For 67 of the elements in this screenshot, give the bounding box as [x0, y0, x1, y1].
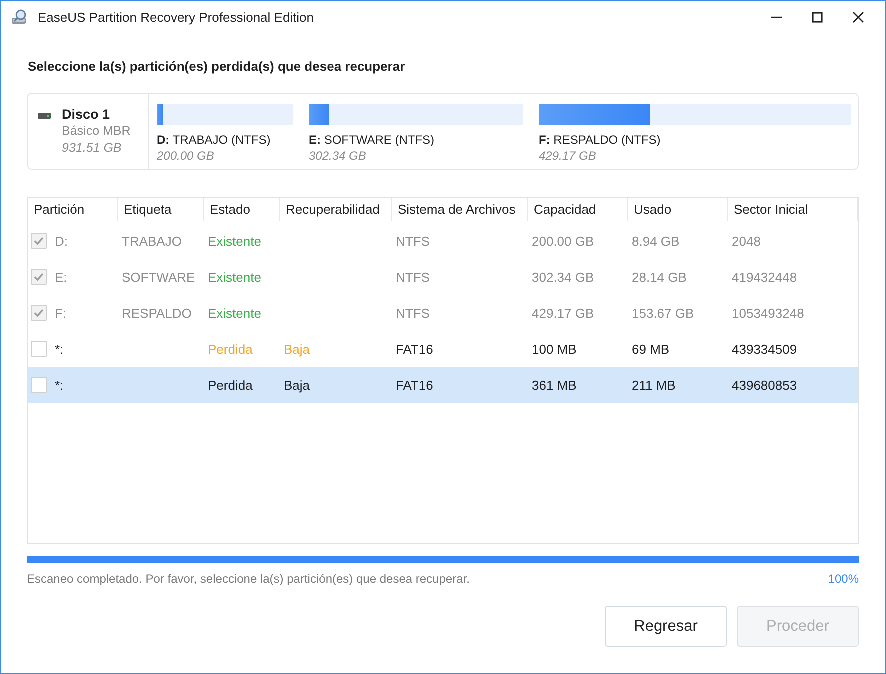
hard-drive-icon — [38, 113, 51, 119]
page-heading: Seleccione la(s) partición(es) perdida(s) que desea recuperar — [27, 58, 406, 75]
column-header[interactable]: Sistema de Archivos — [392, 198, 528, 221]
table-cell: FAT16 — [396, 342, 434, 356]
table-cell: 69 MB — [632, 342, 670, 356]
table-cell: 200.00 GB — [532, 234, 594, 248]
table-cell: 2048 — [732, 234, 761, 248]
column-header[interactable]: Recuperabilidad — [280, 198, 392, 221]
table-cell: 28.14 GB — [632, 270, 687, 284]
table-cell: SOFTWARE — [122, 270, 196, 284]
scan-status-message: Escaneo completado. Por favor, seleccione la(s) partición(es) que desea recuperar. — [27, 571, 470, 587]
partition-size: 200.00 GB — [157, 148, 214, 165]
table-cell: 302.34 GB — [532, 270, 594, 284]
table-cell: 361 MB — [532, 378, 577, 392]
column-header[interactable]: Sector Inicial — [728, 198, 858, 221]
column-header[interactable]: Capacidad — [528, 198, 628, 221]
window-title: EaseUS Partition Recovery Professional Edition — [38, 10, 314, 25]
table-cell: 1053493248 — [732, 306, 804, 320]
table-cell: 100 MB — [532, 342, 577, 356]
table-cell: *: — [55, 342, 64, 356]
table-cell: TRABAJO — [122, 234, 182, 248]
column-header[interactable]: Partición — [28, 198, 118, 221]
table-cell: E: — [55, 270, 68, 284]
table-cell: 153.67 GB — [632, 306, 694, 320]
table-cell: Baja — [284, 378, 310, 392]
table-cell: FAT16 — [396, 378, 434, 392]
partition-size: 302.34 GB — [309, 148, 366, 165]
table-cell: Perdida — [208, 378, 253, 392]
checkmark-icon — [35, 274, 43, 280]
checkmark-icon — [35, 238, 43, 244]
table-cell: 429.17 GB — [532, 306, 594, 320]
partition-size: 429.17 GB — [539, 148, 596, 165]
maximize-icon — [812, 12, 823, 23]
disk-type: Básico MBR — [62, 123, 131, 140]
column-header[interactable]: Etiqueta — [118, 198, 204, 221]
table-cell: 8.94 GB — [632, 234, 680, 248]
table-cell: D: — [55, 234, 68, 248]
table-cell: F: — [55, 306, 67, 320]
table-cell: Baja — [284, 342, 310, 356]
table-cell: NTFS — [396, 270, 430, 284]
table-cell: *: — [55, 378, 64, 392]
table-cell: 439334509 — [732, 342, 798, 356]
drive-magnifier-icon — [11, 8, 29, 26]
checkbox[interactable] — [31, 377, 47, 393]
table-row[interactable]: *: Perdida Baja FAT16 361 MB 211 MB 439680853 — [28, 367, 858, 403]
column-header[interactable]: Estado — [204, 198, 280, 221]
table-cell: 419432448 — [732, 270, 798, 284]
checkbox[interactable] — [31, 341, 47, 357]
checkmark-icon — [35, 310, 43, 316]
action-button[interactable]: Regresar — [605, 606, 727, 647]
table-cell: Existente — [208, 270, 262, 284]
scan-percent: 100% — [828, 571, 859, 587]
table-cell: 439680853 — [732, 378, 798, 392]
table-cell: RESPALDO — [122, 306, 192, 320]
partition-label: F: RESPALDO (NTFS) — [539, 132, 661, 148]
table-cell: Existente — [208, 234, 262, 248]
table-cell: Existente — [208, 306, 262, 320]
partition-label: E: SOFTWARE (NTFS) — [309, 132, 435, 148]
table-cell: 211 MB — [632, 378, 676, 392]
table-cell: Perdida — [208, 342, 253, 356]
table-cell: NTFS — [396, 306, 430, 320]
table-cell: NTFS — [396, 234, 430, 248]
partition-label: D: TRABAJO (NTFS) — [157, 132, 271, 148]
disk-size: 931.51 GB — [62, 140, 123, 157]
disk-name: Disco 1 — [62, 106, 112, 123]
close-icon — [853, 12, 864, 23]
column-header[interactable]: Usado — [628, 198, 728, 221]
